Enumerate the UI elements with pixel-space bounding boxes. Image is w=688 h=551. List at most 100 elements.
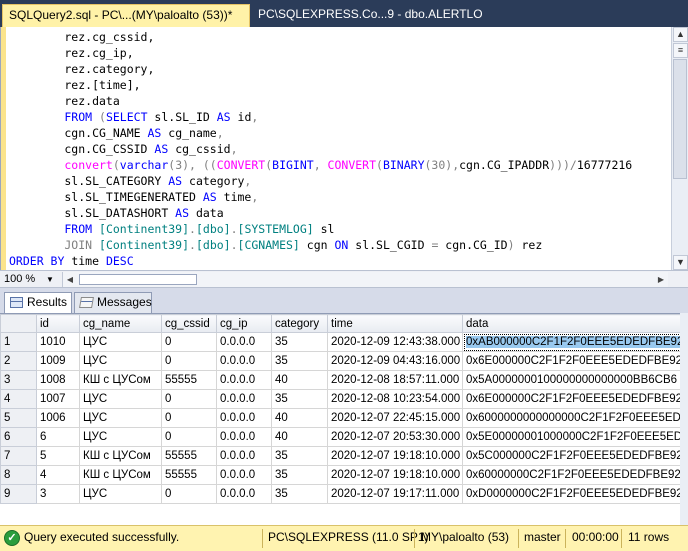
table-row[interactable]: 9 3 ЦУС 0 0.0.0.0 35 2020-12-07 19:17:11.000 0x… xyxy=(0,484,682,504)
grid-cell[interactable]: 40 xyxy=(271,408,328,428)
grid-cell[interactable]: 2020-12-07 19:18:10.000 xyxy=(327,465,463,485)
grid-cell[interactable]: 0x6000000000000000C2F1F2F0EEE5ED xyxy=(462,408,682,428)
column-header[interactable]: cg_name xyxy=(79,314,162,333)
row-number[interactable]: 7 xyxy=(0,446,37,466)
grid-cell[interactable]: 0x5E00000001000000C2F1F2F0EEE5ED xyxy=(462,427,682,447)
grid-cell[interactable]: 1010 xyxy=(36,332,80,352)
grid-cell[interactable]: 35 xyxy=(271,484,328,504)
grid-cell[interactable]: 4 xyxy=(36,465,80,485)
grid-cell[interactable]: 0.0.0.0 xyxy=(216,446,272,466)
grid-cell[interactable]: 1006 xyxy=(36,408,80,428)
grid-cell[interactable]: 0.0.0.0 xyxy=(216,427,272,447)
grid-cell[interactable]: 2020-12-09 04:43:16.000 xyxy=(327,351,463,371)
grid-cell[interactable]: 35 xyxy=(271,446,328,466)
column-header[interactable]: time xyxy=(327,314,463,333)
row-number[interactable]: 2 xyxy=(0,351,37,371)
grid-cell[interactable]: ЦУС xyxy=(79,427,162,447)
grid-cell[interactable]: 1008 xyxy=(36,370,80,390)
table-row[interactable]: 7 5 КШ с ЦУСом 55555 0.0.0.0 35 2020-12-07 19:… xyxy=(0,446,682,466)
grid-cell[interactable]: 0.0.0.0 xyxy=(216,389,272,409)
grid-cell[interactable]: 0.0.0.0 xyxy=(216,332,272,352)
grid-cell[interactable]: 0.0.0.0 xyxy=(216,370,272,390)
code-area[interactable]: rez.cg_cssid, rez.cg_ip, rez.category, r… xyxy=(9,29,669,267)
grid-cell[interactable]: ЦУС xyxy=(79,332,162,352)
grid-cell[interactable]: 2020-12-07 20:53:30.000 xyxy=(327,427,463,447)
row-number[interactable]: 6 xyxy=(0,427,37,447)
grid-cell[interactable]: 5 xyxy=(36,446,80,466)
split-handle-icon[interactable]: ≡ xyxy=(673,43,688,58)
tab-results[interactable]: Results xyxy=(4,292,72,313)
row-number-header[interactable] xyxy=(0,314,37,333)
table-row[interactable]: 6 6 ЦУС 0 0.0.0.0 40 2020-12-07 20:53:30.000 0x… xyxy=(0,427,682,447)
row-number[interactable]: 4 xyxy=(0,389,37,409)
grid-cell[interactable]: 55555 xyxy=(161,465,217,485)
grid-cell[interactable]: ЦУС xyxy=(79,484,162,504)
row-number[interactable]: 3 xyxy=(0,370,37,390)
table-row[interactable]: 3 1008 КШ с ЦУСом 55555 0.0.0.0 40 2020-12-08 … xyxy=(0,370,682,390)
column-header[interactable]: cg_cssid xyxy=(161,314,217,333)
table-row[interactable]: 5 1006 ЦУС 0 0.0.0.0 40 2020-12-07 22:45:15.00… xyxy=(0,408,682,428)
table-row[interactable]: 8 4 КШ с ЦУСом 55555 0.0.0.0 35 2020-12-07 19:… xyxy=(0,465,682,485)
column-header[interactable]: cg_ip xyxy=(216,314,272,333)
column-header[interactable]: id xyxy=(36,314,80,333)
editor-scroll-thumb[interactable] xyxy=(673,59,687,179)
grid-cell[interactable]: 0.0.0.0 xyxy=(216,484,272,504)
grid-cell[interactable]: 0.0.0.0 xyxy=(216,351,272,371)
horizontal-scroll-thumb[interactable] xyxy=(79,274,197,285)
grid-cell[interactable]: ЦУС xyxy=(79,408,162,428)
grid-cell[interactable]: 0x6E000000C2F1F2F0EEE5EDEDFBE92 xyxy=(462,351,682,371)
grid-cell[interactable]: 0 xyxy=(161,408,217,428)
grid-cell[interactable]: ЦУС xyxy=(79,351,162,371)
grid-cell[interactable]: 0.0.0.0 xyxy=(216,408,272,428)
grid-cell[interactable]: 3 xyxy=(36,484,80,504)
tab-sqlquery2[interactable]: SQLQuery2.sql - PC\...(MY\paloalto (53))… xyxy=(2,4,250,27)
table-row[interactable]: 2 1009 ЦУС 0 0.0.0.0 35 2020-12-09 04:43:16.00… xyxy=(0,351,682,371)
grid-cell[interactable]: 55555 xyxy=(161,446,217,466)
editor-vertical-scrollbar[interactable]: ▲ ≡ ▼ xyxy=(671,27,688,270)
table-row[interactable]: 1 1010 ЦУС 0 0.0.0.0 35 2020-12-09 12:43:38.00… xyxy=(0,332,682,352)
query-editor[interactable]: rez.cg_cssid, rez.cg_ip, rez.category, r… xyxy=(0,27,688,270)
grid-cell[interactable]: 0x60000000C2F1F2F0EEE5EDEDFBE92 xyxy=(462,465,682,485)
grid-cell[interactable]: 2020-12-09 12:43:38.000 xyxy=(327,332,463,352)
grid-cell[interactable]: 2020-12-07 19:18:10.000 xyxy=(327,446,463,466)
table-row[interactable]: 4 1007 ЦУС 0 0.0.0.0 35 2020-12-08 10:23:54.00… xyxy=(0,389,682,409)
grid-cell[interactable]: 0 xyxy=(161,332,217,352)
grid-vertical-scrollbar[interactable] xyxy=(680,313,688,525)
editor-horizontal-scrollbar[interactable]: ◀ ▶ xyxy=(62,272,668,287)
scroll-left-icon[interactable]: ◀ xyxy=(63,272,77,287)
tab-messages[interactable]: Messages xyxy=(74,292,152,313)
grid-cell[interactable]: 0xD0000000C2F1F2F0EEE5EDEDFBE92 xyxy=(462,484,682,504)
grid-cell[interactable]: КШ с ЦУСом xyxy=(79,465,162,485)
grid-cell[interactable]: 55555 xyxy=(161,370,217,390)
column-header[interactable]: data xyxy=(462,314,682,333)
grid-cell[interactable]: КШ с ЦУСом xyxy=(79,446,162,466)
row-number[interactable]: 8 xyxy=(0,465,37,485)
grid-cell[interactable]: 0.0.0.0 xyxy=(216,465,272,485)
grid-cell[interactable]: 1009 xyxy=(36,351,80,371)
row-number[interactable]: 5 xyxy=(0,408,37,428)
grid-cell[interactable]: 0 xyxy=(161,427,217,447)
row-number[interactable]: 9 xyxy=(0,484,37,504)
zoom-select[interactable]: 100 % ▼ xyxy=(4,272,54,287)
grid-cell[interactable]: 35 xyxy=(271,389,328,409)
grid-cell[interactable]: 35 xyxy=(271,351,328,371)
scroll-right-icon[interactable]: ▶ xyxy=(654,272,668,287)
grid-cell[interactable]: КШ с ЦУСом xyxy=(79,370,162,390)
tab-alertlog[interactable]: PC\SQLEXPRESS.Co...9 - dbo.ALERTLOG xyxy=(252,4,482,27)
scroll-down-icon[interactable]: ▼ xyxy=(673,255,688,270)
grid-cell[interactable]: 0x6E000000C2F1F2F0EEE5EDEDFBE92 xyxy=(462,389,682,409)
grid-cell[interactable]: 40 xyxy=(271,370,328,390)
row-number[interactable]: 1 xyxy=(0,332,37,352)
selected-cell[interactable]: 0xAB000000C2F1F2F0EEE5EDEDFBE92 xyxy=(462,332,682,352)
grid-cell[interactable]: 2020-12-07 22:45:15.000 xyxy=(327,408,463,428)
grid-cell[interactable]: 0x5A0000000100000000000000BB6CB6 xyxy=(462,370,682,390)
grid-cell[interactable]: 0 xyxy=(161,484,217,504)
grid-cell[interactable]: 35 xyxy=(271,465,328,485)
grid-cell[interactable]: 35 xyxy=(271,332,328,352)
grid-cell[interactable]: 2020-12-08 10:23:54.000 xyxy=(327,389,463,409)
grid-cell[interactable]: 40 xyxy=(271,427,328,447)
scroll-up-icon[interactable]: ▲ xyxy=(673,27,688,42)
column-header[interactable]: category xyxy=(271,314,328,333)
grid-cell[interactable]: 0 xyxy=(161,389,217,409)
grid-cell[interactable]: 2020-12-08 18:57:11.000 xyxy=(327,370,463,390)
